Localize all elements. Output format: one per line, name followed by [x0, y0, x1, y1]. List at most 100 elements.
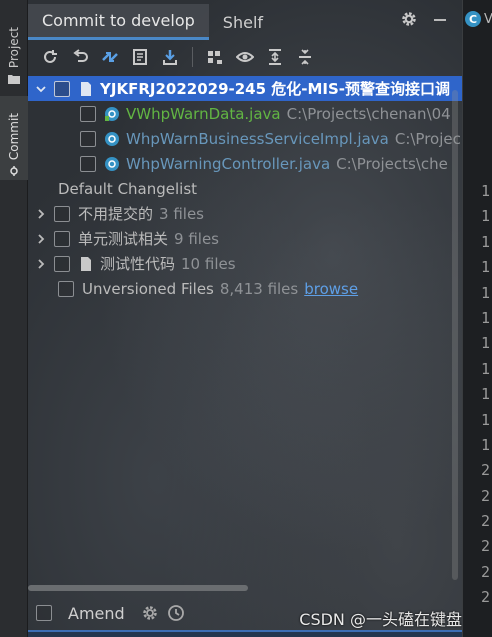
line-number: 1 [481, 334, 491, 353]
chevron-right-icon[interactable] [34, 232, 48, 246]
commit-tab-label: Commit [7, 112, 21, 160]
line-number: 2 [481, 461, 491, 480]
unversioned-count: 8,413 files [219, 279, 299, 298]
group-checkbox[interactable] [54, 255, 70, 272]
changelist-row[interactable]: YJKFRJ2022029-245 危化-MIS-预警查询接口调 [28, 76, 462, 101]
group-count: 3 files [159, 204, 204, 223]
line-number: 1 [481, 410, 491, 429]
group-row[interactable]: 不用提交的 3 files [28, 201, 462, 226]
chevron-down-icon[interactable] [34, 82, 48, 96]
amend-checkbox[interactable] [36, 605, 52, 621]
group-row[interactable]: 单元测试相关 9 files [28, 226, 462, 251]
java-class-icon [105, 156, 119, 171]
commit-tab-bar: Commit to develop Shelf [28, 0, 462, 40]
class-icon: C [465, 11, 481, 27]
shelve-icon [133, 49, 147, 65]
unversioned-files-row[interactable]: Unversioned Files 8,413 files browse [28, 276, 462, 301]
unversioned-checkbox[interactable] [58, 280, 74, 297]
update-button[interactable] [156, 43, 184, 71]
unversioned-label: Unversioned Files [82, 279, 214, 298]
editor-tab[interactable]: C V [463, 4, 492, 34]
file-name: WhpWarnBusinessServiceImpl.java [126, 129, 389, 148]
changelist-checkbox[interactable] [54, 80, 70, 97]
group-checkbox[interactable] [54, 230, 70, 247]
chevron-right-icon[interactable] [34, 257, 48, 271]
line-numbers: 1 1 1 1 1 1 1 1 1 1 1 2 2 2 2 2 2 [481, 182, 492, 614]
file-path: C:\Projects\che [336, 154, 448, 173]
file-checkbox[interactable] [80, 130, 96, 147]
group-label: 测试性代码 [100, 255, 176, 273]
group-row[interactable]: 测试性代码 10 files [28, 251, 462, 276]
line-number: 2 [481, 562, 491, 581]
line-number: 1 [481, 207, 491, 226]
horizontal-scroll-thumb[interactable] [28, 585, 248, 591]
line-number: 1 [481, 232, 491, 251]
file-path: C:\Projec [394, 129, 461, 148]
collapse-all-icon [299, 49, 311, 65]
group-label: 单元测试相关 [78, 230, 169, 248]
refresh-button[interactable] [36, 43, 64, 71]
java-class-icon [105, 131, 119, 146]
view-options-button[interactable] [231, 43, 259, 71]
folder-icon [8, 75, 20, 84]
file-checkbox[interactable] [80, 155, 96, 172]
commit-tool-tab[interactable]: Commit [0, 96, 28, 180]
vertical-scrollbar[interactable] [452, 90, 458, 580]
group-checkbox[interactable] [54, 205, 70, 222]
group-by-button[interactable] [201, 43, 229, 71]
settings-gear-icon[interactable] [141, 604, 159, 622]
clock-icon[interactable] [167, 604, 185, 622]
tab-shelf[interactable]: Shelf [209, 4, 277, 40]
file-name: WhpWarningController.java [126, 154, 331, 173]
commit-icon [10, 166, 18, 176]
project-tab-label: Project [7, 26, 21, 68]
line-number: 1 [481, 435, 491, 454]
java-class-icon [105, 106, 119, 121]
download-icon [163, 50, 177, 65]
project-tool-tab[interactable]: Project [0, 8, 28, 88]
chevron-right-icon[interactable] [34, 207, 48, 221]
refresh-icon [44, 50, 57, 63]
default-changelist-label: Default Changelist [58, 179, 198, 198]
file-row[interactable]: VWhpWarnData.java C:\Projects\chenan\04 [28, 101, 462, 126]
line-number: 1 [481, 283, 491, 302]
changes-tree: YJKFRJ2022029-245 危化-MIS-预警查询接口调 VWhpWar… [28, 76, 462, 301]
commit-toolbar [28, 40, 462, 74]
expand-all-icon [269, 49, 281, 65]
file-row[interactable]: WhpWarnBusinessServiceImpl.java C:\Proje… [28, 126, 462, 151]
rollback-icon [73, 49, 88, 62]
default-changelist-row[interactable]: Default Changelist [28, 176, 462, 201]
changelist-icon [81, 81, 91, 96]
group-count: 10 files [181, 254, 236, 273]
shelve-button[interactable] [126, 43, 154, 71]
show-diff-button[interactable] [96, 43, 124, 71]
line-number: 1 [481, 182, 491, 200]
horizontal-scrollbar[interactable] [28, 582, 432, 594]
view-options-icon [236, 52, 254, 62]
line-number: 2 [481, 512, 491, 531]
vertical-scroll-thumb[interactable] [452, 90, 458, 580]
file-row[interactable]: WhpWarningController.java C:\Projects\ch… [28, 151, 462, 176]
rollback-button[interactable] [66, 43, 94, 71]
editor-tab-label: V [484, 11, 492, 27]
tab-commit-to-develop[interactable]: Commit to develop [28, 4, 209, 40]
watermark: CSDN @一头磕在键盘上 [299, 610, 478, 629]
minimize-icon[interactable] [434, 19, 446, 21]
collapse-all-button[interactable] [291, 43, 319, 71]
gear-icon[interactable] [400, 10, 418, 28]
line-number: 2 [481, 537, 491, 556]
browse-link[interactable]: browse [304, 280, 358, 298]
tool-window-strip: Project Commit [0, 0, 28, 637]
line-number: 1 [481, 359, 491, 378]
line-number: 1 [481, 308, 491, 327]
file-checkbox[interactable] [80, 105, 96, 122]
file-name: VWhpWarnData.java [126, 104, 281, 123]
amend-label: Amend [68, 603, 125, 623]
diff-icon [102, 52, 118, 62]
changelist-icon [81, 256, 91, 271]
expand-all-button[interactable] [261, 43, 289, 71]
line-number: 1 [481, 385, 491, 404]
line-number: 2 [481, 486, 491, 505]
commit-button-strip [28, 630, 462, 637]
file-path: C:\Projects\chenan\04 [286, 104, 451, 123]
